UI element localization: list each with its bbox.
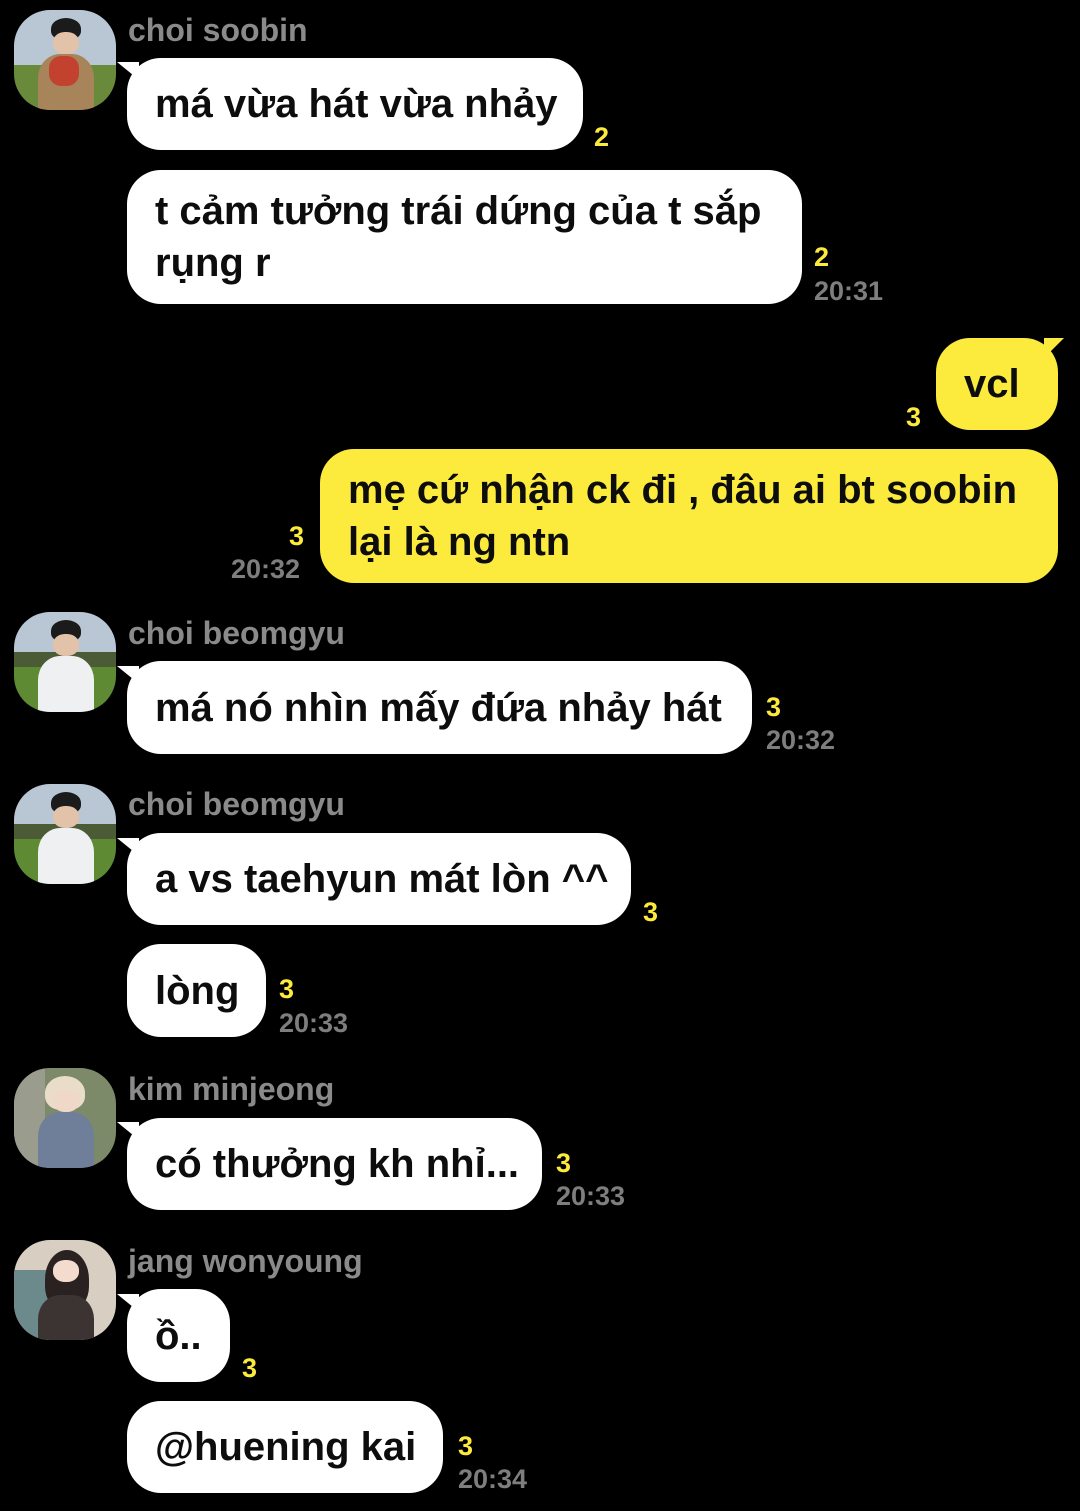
timestamp: 20:32 — [231, 554, 301, 584]
message-text: má nó nhìn mấy đứa nhảy hát — [155, 685, 722, 730]
avatar-shirt — [38, 656, 94, 712]
avatar-face — [52, 806, 80, 828]
avatar-flowers — [48, 56, 80, 86]
avatar-choi-soobin[interactable] — [14, 10, 116, 110]
message-text: ồ.. — [155, 1313, 202, 1358]
message-text-line: rụng r — [155, 241, 271, 285]
avatar-face — [52, 32, 80, 54]
message-bubble[interactable]: có thưởng kh nhỉ... — [127, 1118, 542, 1210]
timestamp: 20:33 — [556, 1181, 626, 1211]
sender-name: choi soobin — [128, 12, 308, 48]
message-bubble[interactable]: má vừa hát vừa nhảy — [127, 58, 583, 150]
timestamp: 20:33 — [279, 1008, 349, 1038]
avatar-face — [52, 634, 80, 656]
unread-count: 2 — [814, 242, 830, 272]
message-bubble[interactable]: ồ.. — [127, 1289, 230, 1382]
timestamp: 20:31 — [814, 276, 884, 306]
message-bubble[interactable]: @huening kai — [127, 1401, 443, 1493]
message-bubble[interactable]: lòng — [127, 944, 266, 1037]
sender-name: jang wonyoung — [128, 1243, 363, 1279]
unread-count: 3 — [279, 974, 295, 1004]
unread-count: 3 — [289, 521, 305, 551]
avatar-face — [52, 1090, 80, 1112]
message-text: có thưởng kh nhỉ... — [155, 1142, 520, 1186]
avatar-choi-beomgyu[interactable] — [14, 784, 116, 884]
sender-name: choi beomgyu — [128, 786, 345, 822]
unread-count: 3 — [643, 897, 659, 927]
unread-count: 2 — [594, 122, 610, 152]
unread-count: 3 — [458, 1431, 474, 1461]
unread-count: 3 — [766, 692, 782, 722]
avatar-face — [52, 1260, 80, 1282]
avatar-jang-wonyoung[interactable] — [14, 1240, 116, 1340]
message-bubble[interactable]: t cảm tưởng trái dứng của t sắp rụng r — [127, 170, 802, 304]
unread-count: 3 — [242, 1353, 258, 1383]
message-bubble-outgoing[interactable]: vcl — [936, 338, 1058, 430]
sender-name: kim minjeong — [128, 1071, 335, 1107]
avatar-shirt — [38, 828, 94, 884]
message-bubble[interactable]: má nó nhìn mấy đứa nhảy hát — [127, 661, 752, 754]
sender-name: choi beomgyu — [128, 615, 345, 651]
timestamp: 20:34 — [458, 1464, 528, 1494]
unread-count: 3 — [906, 402, 922, 432]
avatar-choi-beomgyu[interactable] — [14, 612, 116, 712]
message-text: lòng — [155, 968, 240, 1013]
message-text: a vs taehyun mát lòn ^^ — [155, 857, 609, 901]
message-text-line: lại là ng ntn — [348, 520, 571, 564]
unread-count: 3 — [556, 1148, 572, 1178]
timestamp: 20:32 — [766, 725, 836, 755]
avatar-top — [38, 1295, 94, 1340]
message-text: vcl — [964, 362, 1020, 406]
message-bubble-outgoing[interactable]: mẹ cứ nhận ck đi , đâu ai bt soobin lại … — [320, 449, 1058, 583]
message-bubble[interactable]: a vs taehyun mát lòn ^^ — [127, 833, 631, 925]
message-text-line: mẹ cứ nhận ck đi , đâu ai bt soobin — [348, 468, 1018, 512]
message-text: @huening kai — [155, 1425, 417, 1469]
avatar-kim-minjeong[interactable] — [14, 1068, 116, 1168]
message-text-line: t cảm tưởng trái dứng của t sắp — [155, 189, 762, 233]
avatar-jacket — [38, 1112, 94, 1168]
bubble-tail — [1044, 338, 1064, 358]
message-text: má vừa hát vừa nhảy — [155, 82, 558, 126]
